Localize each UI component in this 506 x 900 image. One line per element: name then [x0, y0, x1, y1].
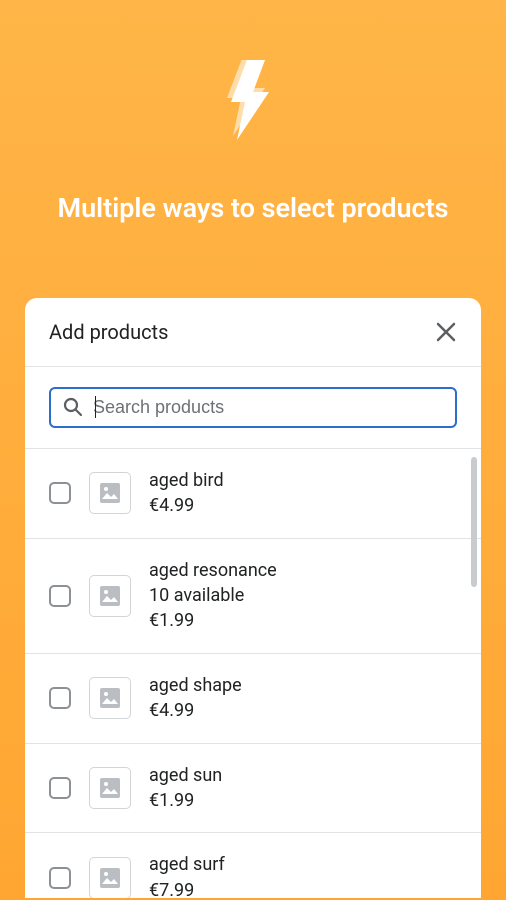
product-checkbox[interactable] — [49, 482, 71, 504]
hero-title: Multiple ways to select products — [0, 190, 506, 228]
product-row[interactable]: aged shape €4.99 — [25, 654, 481, 744]
product-price: €1.99 — [149, 609, 277, 632]
image-placeholder-icon — [98, 776, 122, 800]
add-products-modal: Add products — [25, 298, 481, 898]
search-field-wrapper[interactable] — [49, 387, 457, 428]
product-row[interactable]: aged bird €4.99 — [25, 449, 481, 539]
bolt-icon — [223, 60, 283, 150]
modal-header: Add products — [25, 298, 481, 367]
scrollbar[interactable] — [471, 457, 477, 587]
product-checkbox[interactable] — [49, 585, 71, 607]
product-name: aged sun — [149, 764, 222, 787]
product-thumbnail — [89, 472, 131, 514]
product-name: aged resonance — [149, 559, 277, 582]
product-name: aged bird — [149, 469, 224, 492]
text-caret — [95, 396, 96, 418]
product-name: aged shape — [149, 674, 242, 697]
product-checkbox[interactable] — [49, 867, 71, 889]
product-row[interactable]: aged resonance 10 available €1.99 — [25, 539, 481, 654]
product-availability: 10 available — [149, 584, 277, 607]
product-thumbnail — [89, 677, 131, 719]
search-icon — [63, 397, 83, 417]
image-placeholder-icon — [98, 481, 122, 505]
product-thumbnail — [89, 857, 131, 898]
product-thumbnail — [89, 575, 131, 617]
image-placeholder-icon — [98, 686, 122, 710]
product-name: aged surf — [149, 853, 225, 876]
product-list: aged bird €4.99 aged resonance 10 availa… — [25, 448, 481, 898]
search-input[interactable] — [93, 397, 443, 418]
product-price: €4.99 — [149, 699, 242, 722]
product-checkbox[interactable] — [49, 777, 71, 799]
close-icon — [435, 321, 457, 343]
product-thumbnail — [89, 767, 131, 809]
modal-title: Add products — [49, 320, 168, 344]
product-price: €4.99 — [149, 494, 224, 517]
close-button[interactable] — [435, 321, 457, 343]
image-placeholder-icon — [98, 866, 122, 890]
image-placeholder-icon — [98, 584, 122, 608]
product-row[interactable]: aged sun €1.99 — [25, 744, 481, 834]
product-checkbox[interactable] — [49, 687, 71, 709]
product-price: €1.99 — [149, 789, 222, 812]
product-row[interactable]: aged surf €7.99 — [25, 833, 481, 897]
product-price: €7.99 — [149, 879, 225, 898]
